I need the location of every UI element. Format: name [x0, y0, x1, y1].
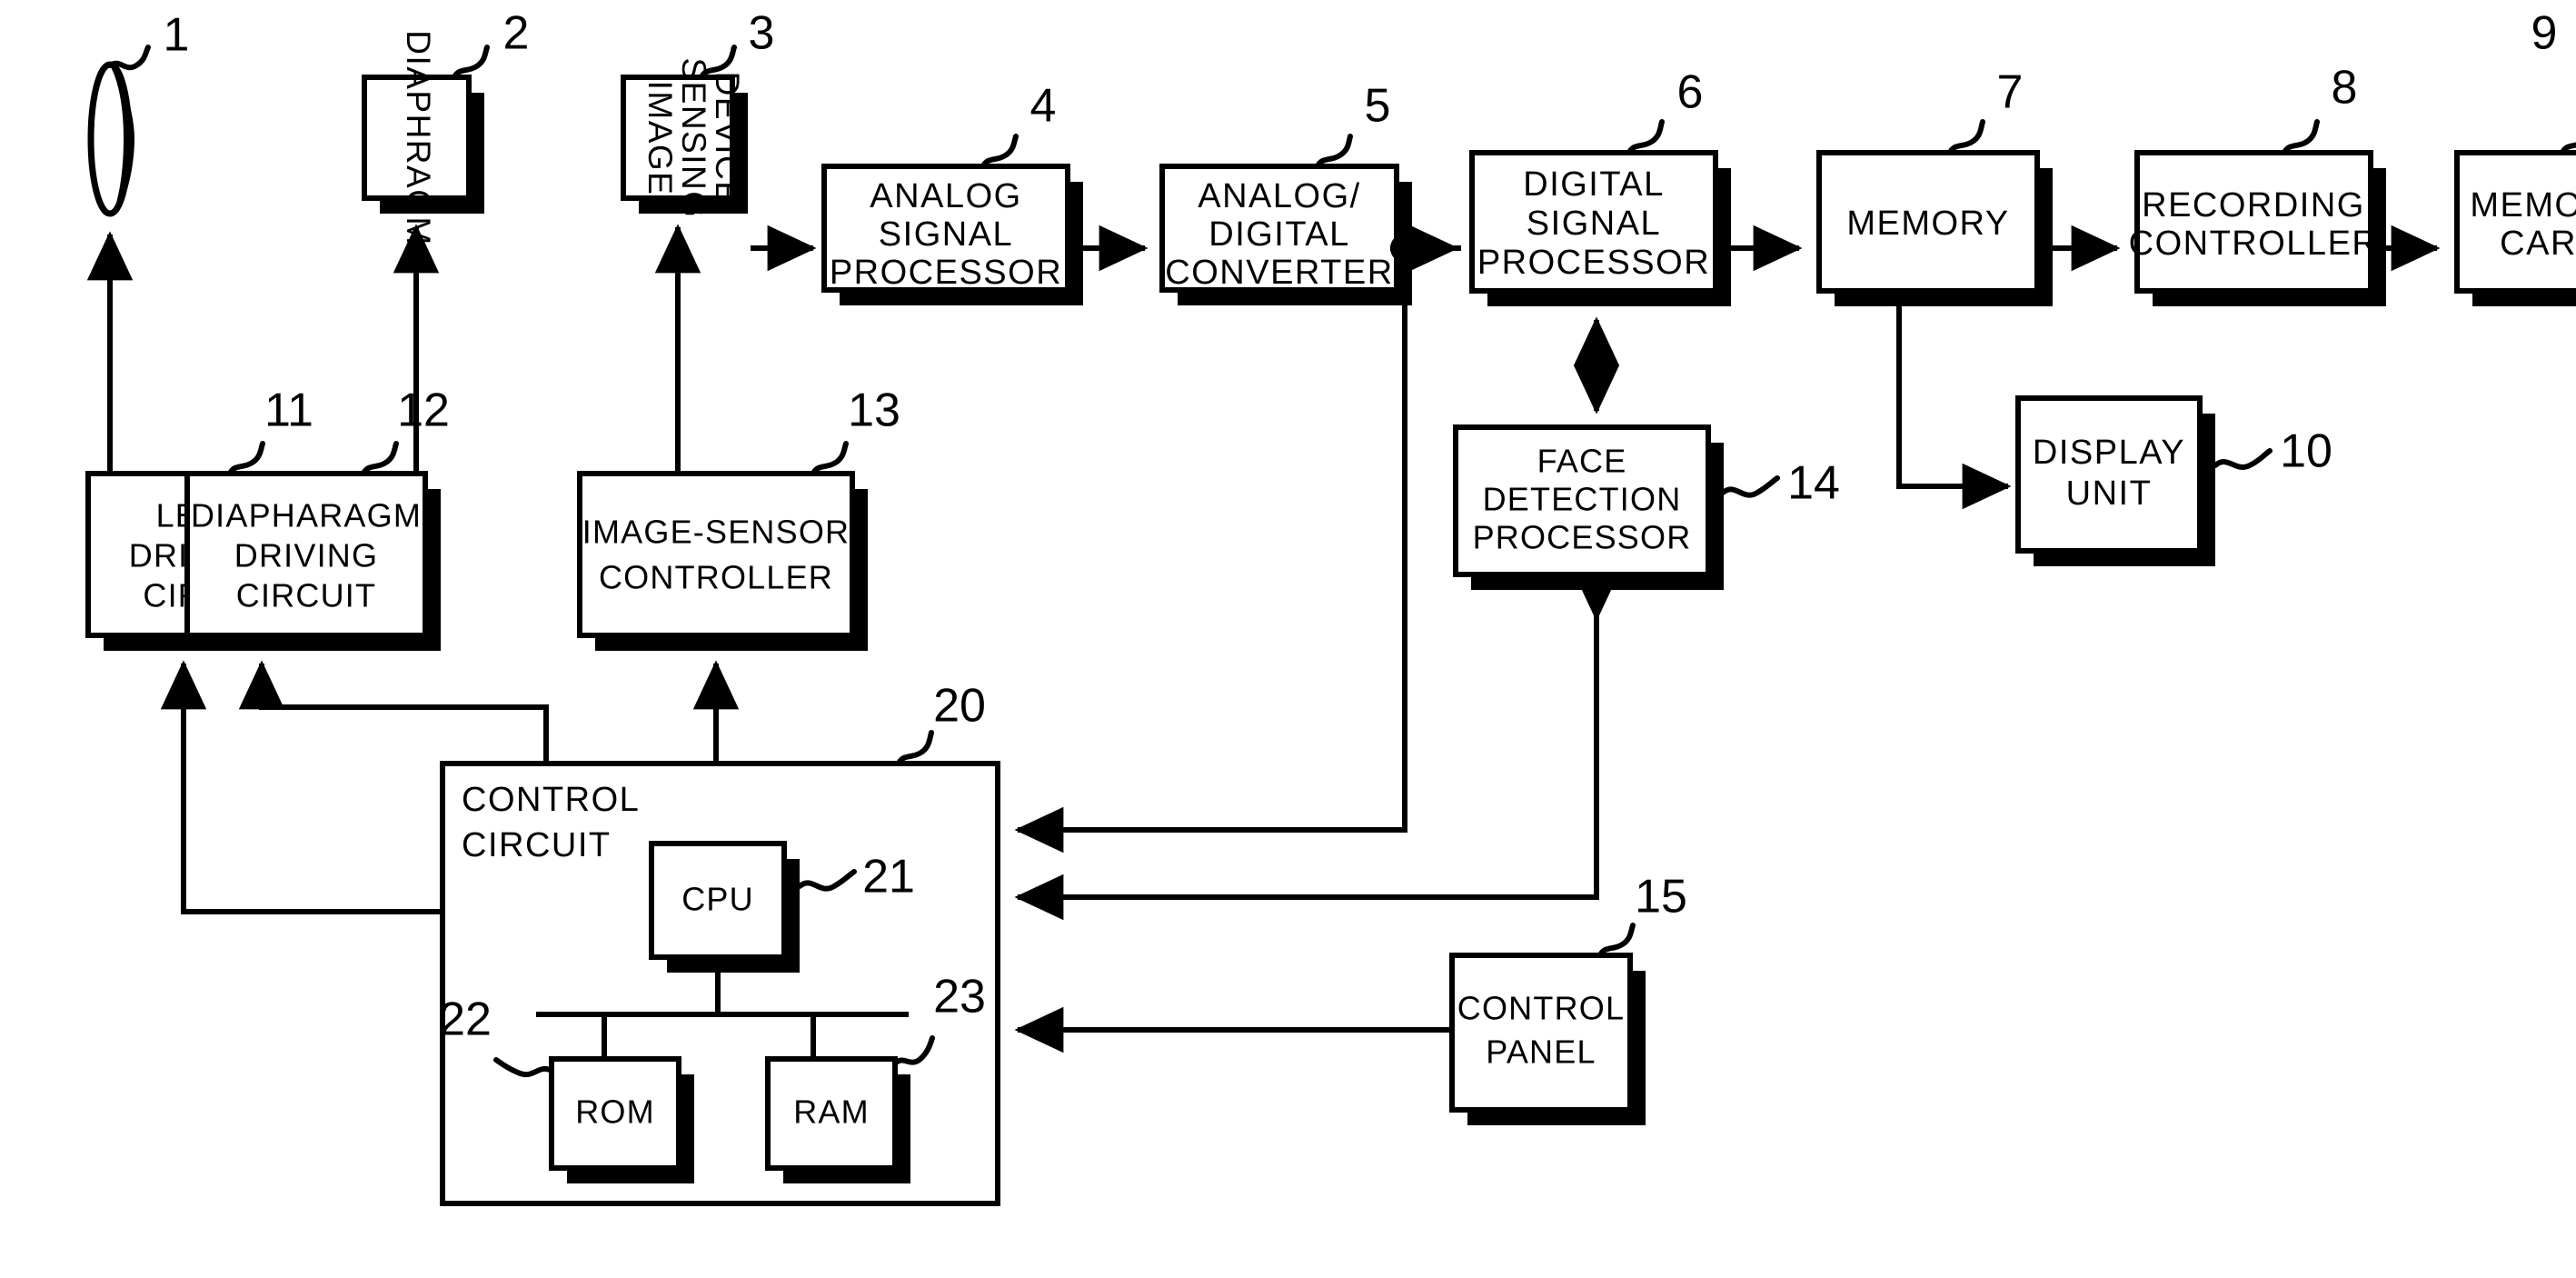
asp-lead-line: [980, 134, 1019, 169]
isc-lead-line: [811, 441, 849, 476]
wire-cc-to-diaphragm-driving: [238, 660, 549, 764]
ddc-lead-line: [361, 441, 399, 476]
mc-lead-line: [2560, 142, 2576, 155]
block-diapharagm-driving-circuit: DIAPHARAGM DRIVING CIRCUIT: [184, 471, 441, 651]
cp-lead-line: [1597, 923, 1636, 958]
cc-lead-line: [896, 730, 934, 766]
block-label-adc-line2: DIGITAL: [1208, 215, 1350, 254]
block-label-rc-line2: CONTROLLER: [2129, 225, 2379, 263]
block-digital-signal-processor: DIGITAL SIGNAL PROCESSOR: [1469, 150, 1731, 306]
lens-lead-line: [107, 45, 151, 71]
ref-number-7: 7: [1997, 66, 2024, 119]
block-label-asp-line3: PROCESSOR: [830, 254, 1062, 292]
block-face-detection-processor: FACE DETECTION PROCESSOR: [1453, 424, 1724, 590]
ref-number-15: 15: [1635, 871, 1687, 924]
block-label-rc-line1: RECORDING: [2142, 186, 2365, 225]
block-label-fdp-line2: DETECTION: [1483, 481, 1682, 518]
block-label-dsp-line2: SIGNAL: [1527, 205, 1661, 243]
block-label-rom: ROM: [575, 1093, 655, 1131]
ref-number-23: 23: [933, 971, 986, 1023]
block-image-sensor-controller: IMAGE-SENSOR CONTROLLER: [577, 471, 868, 651]
fdp-lead-line: [1720, 475, 1780, 498]
ref-number-10: 10: [2280, 425, 2332, 478]
block-label-isd-line3: DEVICE: [709, 72, 746, 205]
adc-lead-line: [1315, 134, 1353, 169]
block-label-cp-line2: PANEL: [1486, 1033, 1596, 1071]
diaphragm-lead-line: [452, 45, 490, 80]
wire-adc-branch-to-control-circuit: [1014, 248, 1407, 854]
memory-lead-line: [1947, 119, 1985, 155]
block-label-adc-line1: ANALOG/: [1198, 177, 1360, 215]
du-lead-line: [2213, 448, 2273, 470]
block-label-isd-line2: SENSING: [675, 57, 712, 218]
block-label-dsp-line3: PROCESSOR: [1477, 244, 1710, 282]
block-label-memory: MEMORY: [1846, 205, 2009, 243]
block-ram: RAM: [765, 1056, 910, 1183]
block-diagram-svg: 1 DIAPHRAGM 2 IMAGE SENSING DEVICE 3 ANA…: [85, 7, 2576, 1206]
block-label-du-line2: UNIT: [2066, 474, 2153, 513]
block-recording-controller: RECORDING CONTROLLER: [2129, 150, 2386, 306]
ref-number-20: 20: [933, 680, 986, 733]
block-label-asp-line2: SIGNAL: [879, 215, 1013, 254]
block-label-cpu: CPU: [681, 881, 754, 918]
block-label-asp-line1: ANALOG: [870, 177, 1021, 215]
patent-figure-canvas: 1 DIAPHRAGM 2 IMAGE SENSING DEVICE 3 ANA…: [0, 0, 2576, 1278]
ref-number-6: 6: [1677, 66, 1704, 119]
block-label-fdp-line1: FACE: [1537, 443, 1627, 480]
block-label-diaphragm: DIAPHRAGM: [400, 30, 437, 246]
wire-fdp-to-control-circuit: [1014, 572, 1620, 921]
block-label-ddc-line2: DRIVING: [234, 537, 378, 574]
block-label-ddc-line1: DIAPHARAGM: [191, 497, 422, 534]
block-cpu: CPU: [649, 841, 800, 973]
block-rom: ROM: [549, 1056, 694, 1183]
wire-memory-to-display-unit: [1896, 306, 2012, 510]
wire-cc-to-lens-driving: [160, 660, 443, 914]
block-control-panel: CONTROL PANEL: [1449, 953, 1646, 1125]
ref-number-12: 12: [397, 384, 450, 437]
block-image-sensing-device: IMAGE SENSING DEVICE: [621, 57, 748, 219]
ref-number-2: 2: [503, 7, 530, 60]
block-label-adc-line3: CONVERTER: [1165, 254, 1393, 292]
ref-number-5: 5: [1365, 80, 1391, 133]
lens-element: [87, 61, 134, 217]
block-label-cp-line1: CONTROL: [1457, 990, 1625, 1027]
ref-number-21: 21: [862, 851, 915, 904]
wire-adc-to-dsp-junction: [1390, 225, 1461, 272]
block-memory: MEMORY: [1816, 150, 2053, 306]
block-label-fdp-line3: PROCESSOR: [1473, 519, 1692, 556]
block-analog-signal-processor: ANALOG SIGNAL PROCESSOR: [821, 164, 1083, 305]
block-display-unit: DISPLAY UNIT: [2015, 395, 2215, 566]
block-label-du-line1: DISPLAY: [2033, 434, 2185, 472]
block-label-cc-line2: CIRCUIT: [462, 826, 612, 864]
block-label-mc-line2: CARD: [2500, 225, 2576, 263]
block-label-isc-line1: IMAGE-SENSOR: [582, 514, 850, 551]
block-label-dsp-line1: DIGITAL: [1523, 165, 1665, 204]
ldc-lead-line: [227, 441, 265, 476]
ref-number-8: 8: [2332, 62, 2358, 115]
ref-number-11: 11: [264, 384, 313, 437]
ref-number-13: 13: [848, 384, 900, 437]
block-analog-digital-converter: ANALOG/ DIGITAL CONVERTER: [1159, 164, 1412, 305]
ref-number-3: 3: [749, 7, 775, 60]
ref-number-22: 22: [439, 993, 492, 1046]
block-label-cc-line1: CONTROL: [462, 781, 640, 819]
block-label-mc-line1: MEMORY: [2470, 186, 2576, 225]
rc-lead-line: [2282, 119, 2320, 155]
block-label-isc-line2: CONTROLLER: [599, 559, 833, 596]
dsp-lead-line: [1626, 119, 1665, 155]
block-label-isd-line1: IMAGE: [642, 81, 679, 196]
block-diaphragm: DIAPHRAGM: [362, 30, 484, 246]
ref-number-9: 9: [2531, 7, 2558, 60]
ref-number-4: 4: [1030, 80, 1057, 133]
block-label-ram: RAM: [793, 1093, 870, 1131]
ref-number-1: 1: [164, 9, 190, 62]
ref-number-14: 14: [1787, 457, 1840, 510]
block-memory-card: MEMORY CARD: [2454, 150, 2576, 306]
block-label-ddc-line3: CIRCUIT: [236, 577, 376, 614]
